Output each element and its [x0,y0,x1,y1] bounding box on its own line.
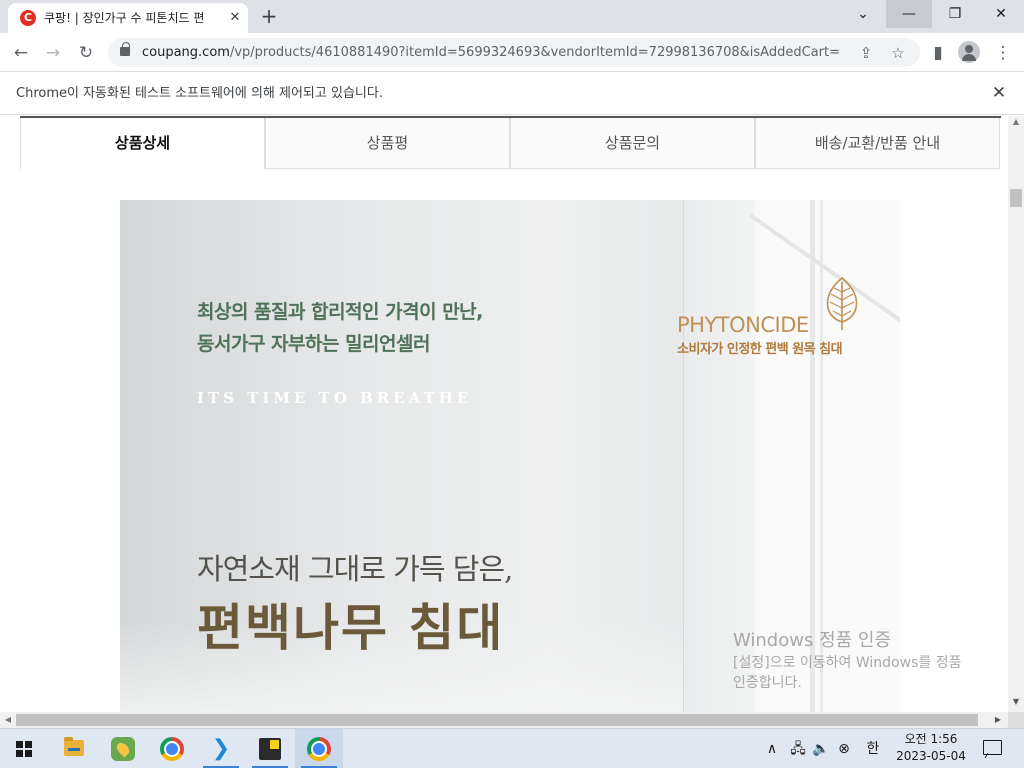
clock-time: 오전 1:56 [904,732,958,746]
lock-icon[interactable] [120,42,130,56]
chrome-active-taskbar-button[interactable] [295,729,343,768]
sticky-notes-taskbar-button[interactable] [246,729,294,768]
share-icon[interactable]: ⇪ [854,41,878,65]
file-explorer-button[interactable] [50,729,98,768]
url-path: /vp/products/4610881490?itemId=569932469… [229,45,840,60]
banner-tagline: ITS TIME TO BREATHE [197,389,473,407]
volume-icon[interactable]: 🔈 [810,739,832,759]
clock-date: 2023-05-04 [896,749,966,763]
banner-headline-line2: 동서가구 자부하는 밀리언셀러 [197,333,430,355]
side-panel-icon[interactable]: ▮ [925,40,951,66]
folder-icon [64,737,84,756]
banner-subheading: 자연소재 그대로 가득 담은, [197,552,513,586]
tab-search-button[interactable]: ⌄ [840,0,886,28]
tab-reviews[interactable]: 상품평 [265,118,510,169]
brand-name: PHYTONCIDE [677,313,809,337]
map-app-icon [111,737,135,761]
scroll-up-arrow-icon[interactable]: ▲ [1012,118,1020,126]
horizontal-scroll-thumb[interactable] [16,714,978,726]
status-icon[interactable]: ⊗ [833,739,855,759]
profile-avatar[interactable] [958,41,980,63]
infobar-close-icon[interactable]: ✕ [988,82,1010,104]
tab-close-icon[interactable]: ✕ [226,9,244,27]
maps-app-button[interactable] [99,729,147,768]
network-icon[interactable]: 🖧 [787,739,809,759]
windows-activation-watermark: Windows 정품 인증 [설정]으로 이동하여 Windows를 정품 인증… [733,629,1003,693]
banner-main-heading: 편백나무 침대 [197,598,505,657]
brand-subtitle: 소비자가 인정한 편백 원목 침대 [677,342,843,357]
notification-center-icon[interactable] [980,737,1004,761]
page-viewport: 상품상세 상품평 상품문의 배송/교환/반품 안내 최상의 품질과 합리적인 가… [0,116,1008,712]
tab-product-detail[interactable]: 상품상세 [20,118,265,169]
scroll-left-arrow-icon[interactable]: ◀ [3,715,13,725]
vertical-scroll-thumb[interactable] [1010,189,1022,207]
horizontal-scrollbar[interactable]: ◀ ▶ [0,712,1008,728]
windows-logo-icon [16,741,32,757]
tab-shipping-returns[interactable]: 배송/교환/반품 안내 [755,118,1000,169]
close-window-button[interactable]: ✕ [978,0,1024,28]
new-tab-button[interactable]: + [258,5,280,27]
scrollbar-corner [1008,712,1024,728]
chrome-menu-icon[interactable]: ⋮ [990,40,1016,66]
product-detail-tabs: 상품상세 상품평 상품문의 배송/교환/반품 안내 [20,116,1001,169]
reload-button[interactable]: ↻ [73,40,99,66]
windows-taskbar: ❯ ∧ 🖧 🔈 ⊗ 한 오전 1:56 2023-05-04 [0,728,1024,768]
ime-korean-indicator[interactable]: 한 [862,739,884,759]
chrome-icon [307,737,331,761]
taskbar-clock[interactable]: 오전 1:56 2023-05-04 [890,731,972,765]
watermark-line2: 인증합니다. [733,675,802,691]
scroll-down-arrow-icon[interactable]: ▼ [1012,698,1020,706]
vertical-scrollbar[interactable]: ▲ ▼ [1008,116,1024,712]
automation-infobar: Chrome이 자동화된 테스트 소프트웨어에 의해 제어되고 있습니다. ✕ [0,72,1024,115]
tray-overflow-chevron-icon[interactable]: ∧ [762,739,782,759]
scroll-right-arrow-icon[interactable]: ▶ [993,715,1003,725]
start-button[interactable] [0,729,48,768]
coupang-favicon-icon: C [20,10,36,26]
leaf-logo-icon [826,276,858,330]
watermark-title: Windows 정품 인증 [733,630,892,651]
tab-strip: C 쿠팡! | 장인가구 수 피톤치드 편 ✕ + ⌄ — ❐ ✕ [0,0,1024,33]
tab-questions[interactable]: 상품문의 [510,118,755,169]
browser-tab[interactable]: C 쿠팡! | 장인가구 수 피톤치드 편 ✕ [8,3,248,33]
sticky-notes-icon [259,738,281,760]
vscode-taskbar-button[interactable]: ❯ [197,729,245,768]
browser-toolbar: ← → ↻ coupang.com/vp/products/4610881490… [0,33,1024,72]
back-button[interactable]: ← [8,40,34,66]
restore-button[interactable]: ❐ [932,0,978,28]
chrome-taskbar-button[interactable] [148,729,196,768]
url-text[interactable]: coupang.com/vp/products/4610881490?itemI… [142,44,852,62]
minimize-button[interactable]: — [886,0,932,28]
chrome-icon [160,737,184,761]
watermark-line1: [설정]으로 이동하여 Windows를 정품 [733,655,962,671]
bookmark-star-icon[interactable]: ☆ [886,41,910,65]
vscode-icon: ❯ [211,736,231,761]
address-bar[interactable]: coupang.com/vp/products/4610881490?itemI… [108,38,920,67]
url-host: coupang.com [142,45,230,60]
banner-headline-line1: 최상의 품질과 합리적인 가격이 만난, [197,301,483,323]
infobar-message: Chrome이 자동화된 테스트 소프트웨어에 의해 제어되고 있습니다. [16,86,383,101]
forward-button[interactable]: → [40,40,66,66]
tab-title: 쿠팡! | 장인가구 수 피톤치드 편 [44,11,205,25]
